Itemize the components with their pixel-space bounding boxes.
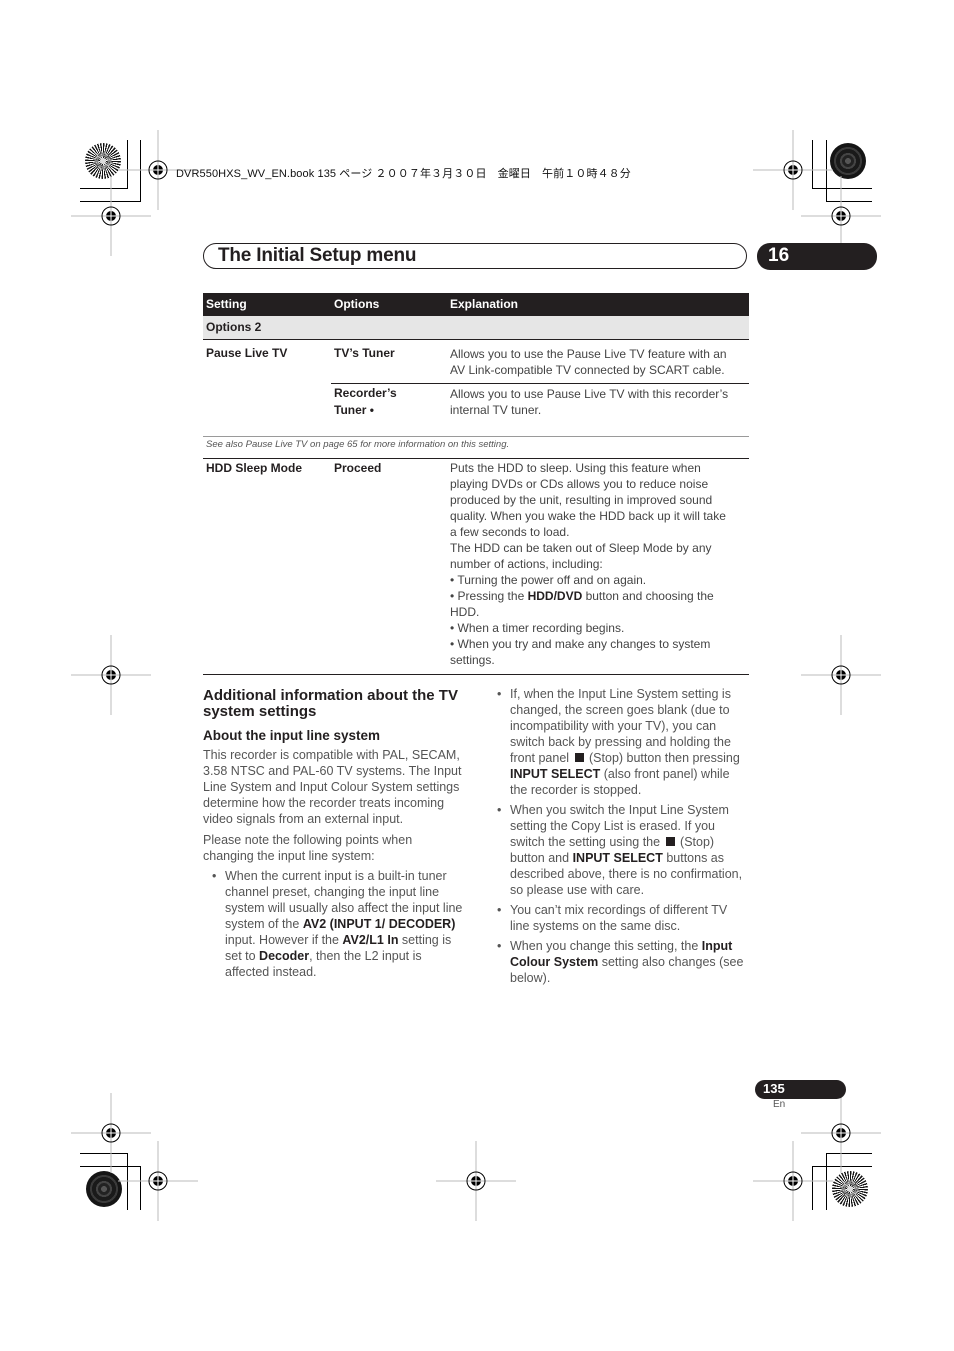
registration-marks bbox=[70, 129, 882, 1222]
table-bottom-rule bbox=[203, 674, 749, 675]
registration-target-icon bbox=[800, 634, 882, 716]
bullet-item: • When the current input is a built-in t… bbox=[212, 869, 463, 979]
bullet-item: • When you switch the Input Line System … bbox=[497, 803, 743, 897]
table-row: HDD Sleep Mode Proceed Puts the HDD to s… bbox=[203, 458, 749, 674]
column-header-setting: Setting bbox=[206, 297, 247, 311]
table-group-row: Options 2 bbox=[203, 316, 749, 339]
registration-target-icon bbox=[752, 129, 834, 211]
table-note: See also Pause Live TV on page 65 for mo… bbox=[206, 439, 510, 450]
option-label: Recorder’s Tuner • bbox=[334, 386, 397, 417]
registration-target-icon bbox=[70, 1092, 152, 1174]
option-divider bbox=[331, 383, 749, 384]
row-divider bbox=[203, 436, 749, 437]
setting-name: Pause Live TV bbox=[206, 346, 288, 360]
page-language: En bbox=[773, 1099, 786, 1110]
chapter-title-box: The Initial Setup menu bbox=[203, 243, 747, 269]
bullet-item: • When you change this setting, the Inpu… bbox=[497, 939, 744, 985]
print-slug: DVR550HXS_WV_EN.book 135 ページ ２００７年３月３０日 … bbox=[176, 168, 631, 180]
registration-target-icon bbox=[435, 1140, 517, 1222]
registration-target-icon bbox=[70, 175, 152, 257]
option-label: TV’s Tuner bbox=[334, 346, 395, 360]
button-name-hdd-dvd: HDD/DVD bbox=[527, 589, 583, 603]
option-label: Proceed bbox=[334, 461, 382, 475]
subsection-heading: About the input line system bbox=[203, 728, 381, 743]
row-divider bbox=[203, 339, 749, 340]
page-number-tab: 135 bbox=[755, 1080, 846, 1099]
table-header-row: Setting Options Explanation bbox=[203, 293, 749, 316]
left-column: Additional information about the TV syst… bbox=[203, 688, 465, 980]
column-header-explanation: Explanation bbox=[450, 297, 519, 311]
column-header-options: Options bbox=[334, 297, 380, 311]
bullet-item: • If, when the Input Line System setting… bbox=[497, 687, 740, 797]
right-column: • If, when the Input Line System setting… bbox=[488, 686, 750, 986]
chapter-tab: 16 bbox=[757, 243, 877, 270]
note-intro-paragraph: Please note the following points when ch… bbox=[203, 833, 413, 863]
registration-target-icon bbox=[752, 1140, 834, 1222]
option-explanation: Allows you to use Pause Live TV with thi… bbox=[450, 387, 729, 417]
option-explanation: Puts the HDD to sleep. Using this featur… bbox=[450, 460, 746, 668]
stop-square-icon bbox=[665, 837, 675, 846]
registration-target-icon bbox=[117, 1140, 199, 1222]
option-explanation: Allows you to use the Pause Live TV feat… bbox=[450, 347, 727, 377]
group-label: Options 2 bbox=[206, 320, 262, 334]
registration-target-icon bbox=[800, 1092, 882, 1174]
explanation-line: • Pressing the HDD/DVD button and choosi… bbox=[450, 589, 714, 603]
stop-square-icon bbox=[574, 753, 584, 762]
registration-target-icon bbox=[70, 634, 152, 716]
chapter-number: 16 bbox=[768, 245, 790, 266]
chapter-title: The Initial Setup menu bbox=[218, 245, 417, 266]
section-heading: Additional information about the TV syst… bbox=[203, 687, 458, 720]
intro-paragraph: This recorder is compatible with PAL, SE… bbox=[203, 748, 462, 826]
settings-table: Setting Options Explanation Options 2 Pa… bbox=[203, 293, 749, 459]
bullet-item: • You can’t mix recordings of different … bbox=[497, 903, 728, 933]
page-number: 135 bbox=[763, 1081, 785, 1096]
setting-name: HDD Sleep Mode bbox=[206, 461, 303, 475]
